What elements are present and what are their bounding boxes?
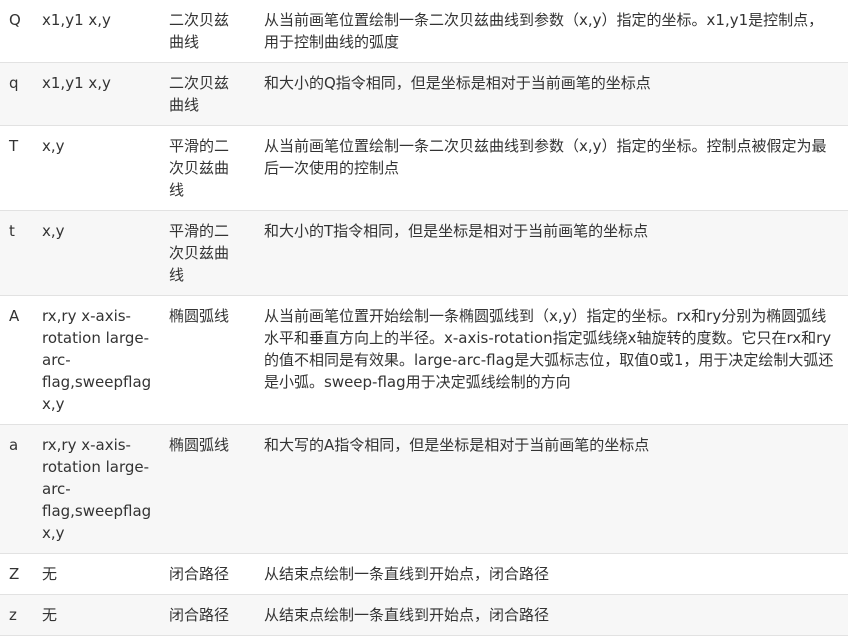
table-row: t x,y 平滑的二次贝兹曲线 和大小的T指令相同，但是坐标是相对于当前画笔的坐… (0, 210, 848, 296)
command-cell: A (0, 295, 33, 425)
params-cell: 无 (33, 553, 160, 595)
command-cell: T (0, 125, 33, 211)
description-cell: 和大写的A指令相同，但是坐标是相对于当前画笔的坐标点 (255, 424, 848, 554)
description-cell: 从结束点绘制一条直线到开始点，闭合路径 (255, 594, 848, 636)
name-cell: 二次贝兹曲线 (160, 62, 255, 126)
params-cell: 无 (33, 594, 160, 636)
params-cell: x,y (33, 210, 160, 296)
table-row: T x,y 平滑的二次贝兹曲线 从当前画笔位置绘制一条二次贝兹曲线到参数（x,y… (0, 125, 848, 211)
name-cell: 椭圆弧线 (160, 424, 255, 554)
svg-path-command-table: Q x1,y1 x,y 二次贝兹曲线 从当前画笔位置绘制一条二次贝兹曲线到参数（… (0, 0, 848, 636)
table-row: q x1,y1 x,y 二次贝兹曲线 和大小的Q指令相同，但是坐标是相对于当前画… (0, 62, 848, 126)
description-cell: 从当前画笔位置开始绘制一条椭圆弧线到（x,y）指定的坐标。rx和ry分别为椭圆弧… (255, 295, 848, 425)
command-cell: t (0, 210, 33, 296)
params-cell: x1,y1 x,y (33, 62, 160, 126)
description-cell: 从结束点绘制一条直线到开始点，闭合路径 (255, 553, 848, 595)
table-row: Q x1,y1 x,y 二次贝兹曲线 从当前画笔位置绘制一条二次贝兹曲线到参数（… (0, 0, 848, 63)
params-cell: rx,ry x-axis-rotation large-arc-flag,swe… (33, 424, 160, 554)
command-cell: a (0, 424, 33, 554)
params-cell: x,y (33, 125, 160, 211)
command-cell: z (0, 594, 33, 636)
name-cell: 平滑的二次贝兹曲线 (160, 125, 255, 211)
command-cell: Q (0, 0, 33, 63)
description-cell: 从当前画笔位置绘制一条二次贝兹曲线到参数（x,y）指定的坐标。x1,y1是控制点… (255, 0, 848, 63)
table-row: a rx,ry x-axis-rotation large-arc-flag,s… (0, 424, 848, 554)
params-cell: rx,ry x-axis-rotation large-arc-flag,swe… (33, 295, 160, 425)
name-cell: 平滑的二次贝兹曲线 (160, 210, 255, 296)
name-cell: 二次贝兹曲线 (160, 0, 255, 63)
table-row: Z 无 闭合路径 从结束点绘制一条直线到开始点，闭合路径 (0, 553, 848, 595)
params-cell: x1,y1 x,y (33, 0, 160, 63)
command-cell: q (0, 62, 33, 126)
table-row: z 无 闭合路径 从结束点绘制一条直线到开始点，闭合路径 (0, 594, 848, 636)
table-row: A rx,ry x-axis-rotation large-arc-flag,s… (0, 295, 848, 425)
description-cell: 和大小的T指令相同，但是坐标是相对于当前画笔的坐标点 (255, 210, 848, 296)
name-cell: 闭合路径 (160, 553, 255, 595)
description-cell: 和大小的Q指令相同，但是坐标是相对于当前画笔的坐标点 (255, 62, 848, 126)
description-cell: 从当前画笔位置绘制一条二次贝兹曲线到参数（x,y）指定的坐标。控制点被假定为最后… (255, 125, 848, 211)
command-cell: Z (0, 553, 33, 595)
name-cell: 闭合路径 (160, 594, 255, 636)
name-cell: 椭圆弧线 (160, 295, 255, 425)
